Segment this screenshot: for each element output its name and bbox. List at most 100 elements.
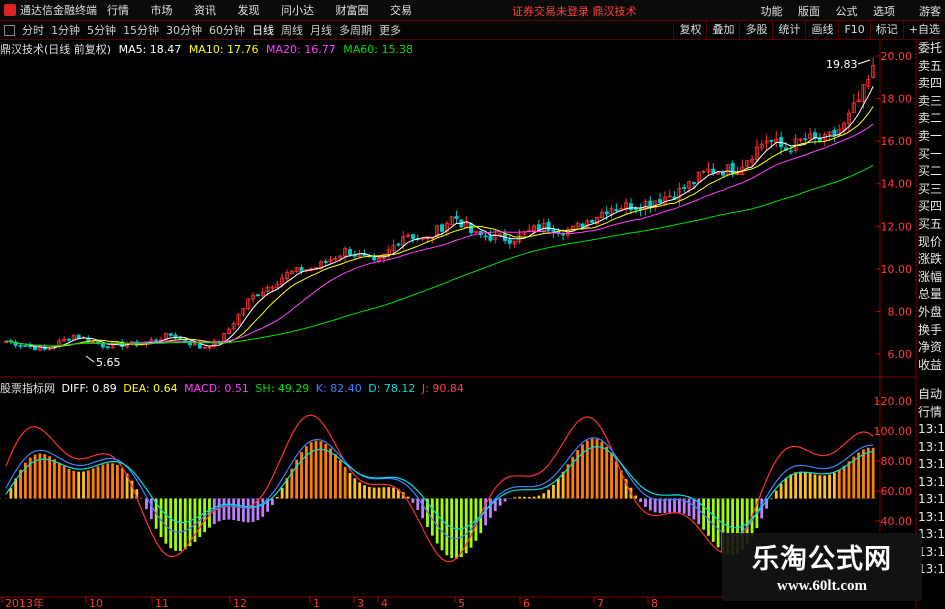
menu-item-function[interactable]: 功能: [761, 5, 783, 18]
menu-item-formula[interactable]: 公式: [836, 5, 858, 18]
period-tab-more[interactable]: 更多: [379, 22, 401, 38]
guest-button[interactable]: 游客: [919, 3, 941, 19]
moving-average-lines: [5, 86, 874, 349]
macd-bar: [304, 446, 308, 499]
quote-panel: 委托 卖五 卖四 卖三 卖二 卖一 买一 买二 买三 买四 买五 现价 涨跌 涨…: [918, 40, 945, 374]
macd-bar: [411, 498, 415, 503]
menu-item-trade[interactable]: 交易: [390, 4, 412, 17]
candle-body: [546, 221, 551, 232]
quote-label[interactable]: 委托: [918, 40, 945, 58]
candle-body: [430, 236, 435, 239]
candle-body: [125, 344, 130, 348]
candle-body: [595, 216, 600, 224]
period-tab-monthly[interactable]: 月线: [310, 22, 332, 38]
macd-bar: [571, 456, 575, 499]
candle-body: [163, 333, 168, 341]
period-tab-daily[interactable]: 日线: [252, 22, 274, 38]
macd-bar: [600, 441, 604, 499]
macd-bar: [48, 456, 51, 499]
period-tab-15min[interactable]: 15分钟: [123, 22, 159, 38]
auto-label[interactable]: 自动: [918, 386, 945, 404]
candle-body: [822, 134, 827, 141]
period-tab-weekly[interactable]: 周线: [281, 22, 303, 38]
watermark-url: www.60lt.com: [777, 578, 867, 594]
candle-body: [808, 133, 813, 139]
macd-bar: [818, 475, 822, 499]
macd-bar: [145, 498, 148, 510]
menu-item-ask[interactable]: 问小达: [281, 4, 314, 17]
macd-bar: [208, 498, 211, 528]
menu-item-markets[interactable]: 市场: [151, 4, 173, 17]
candle-body: [47, 347, 52, 351]
macd-bar: [343, 466, 347, 499]
tool-f10-button[interactable]: F10: [838, 21, 869, 39]
period-tab-5min[interactable]: 5分钟: [87, 22, 116, 38]
macd-bar: [702, 498, 705, 530]
macd-bar: [43, 454, 47, 499]
macd-bar: [663, 498, 667, 514]
candle-body: [37, 346, 42, 351]
macd-bar: [644, 498, 647, 507]
ma10-label: MA10: 17.76: [188, 43, 259, 56]
candle-body: [357, 253, 362, 257]
menu-item-wealth[interactable]: 财富圈: [336, 4, 369, 17]
menu-item-market[interactable]: 行情: [107, 4, 129, 17]
collapse-icon[interactable]: [4, 24, 15, 36]
tick-time: 13:11: [918, 457, 945, 471]
macd-bar: [581, 444, 584, 499]
indicator-title[interactable]: 股票指标网: [0, 382, 55, 395]
tool-adjust-button[interactable]: 复权: [673, 21, 706, 39]
macd-bar: [91, 468, 95, 499]
period-tab-multi[interactable]: 多周期: [339, 22, 372, 38]
quote-label: 卖二: [918, 111, 943, 126]
period-tab-30min[interactable]: 30分钟: [166, 22, 202, 38]
menu-item-layout[interactable]: 版面: [798, 5, 820, 18]
candle-body: [691, 182, 696, 184]
macd-bar: [653, 498, 657, 513]
candle-body: [483, 235, 488, 238]
macd-bar: [280, 487, 284, 499]
candle-body: [76, 334, 81, 339]
macd-bar: [275, 496, 279, 499]
candle-body: [769, 139, 774, 142]
macd-bar: [668, 498, 672, 513]
period-tab-60min[interactable]: 60分钟: [209, 22, 245, 38]
tool-overlay-button[interactable]: 叠加: [706, 21, 739, 39]
tool-multi-button[interactable]: 多股: [739, 21, 772, 39]
candle-body: [420, 237, 425, 240]
tool-watchlist-button[interactable]: +自选: [902, 21, 945, 39]
macd-bar: [392, 487, 395, 499]
date-tick-label: 12: [233, 597, 247, 609]
menu-item-news[interactable]: 资讯: [194, 4, 216, 17]
tool-mark-button[interactable]: 标记: [869, 21, 903, 39]
macd-bar: [377, 487, 381, 499]
menu-item-discover[interactable]: 发现: [238, 4, 260, 17]
candle-body: [275, 283, 280, 289]
candle-body: [328, 259, 333, 263]
menu-item-options[interactable]: 选项: [873, 5, 895, 18]
high-price-arrow: [857, 59, 871, 65]
candle-body: [226, 328, 231, 335]
tool-stats-button[interactable]: 统计: [772, 21, 805, 39]
macd-bar: [774, 490, 778, 499]
macd-bar: [634, 495, 638, 499]
macd-bar: [285, 478, 289, 499]
candle-body: [464, 222, 469, 228]
candle-body: [33, 346, 38, 351]
ma10-line: [5, 106, 874, 348]
diff-label: DIFF: 0.89: [61, 382, 117, 395]
macd-bar: [450, 498, 454, 559]
candle-body: [856, 99, 861, 102]
period-tab-1min[interactable]: 1分钟: [51, 22, 80, 38]
macd-bar: [629, 487, 633, 499]
macd-bar: [469, 498, 473, 548]
tool-draw-button[interactable]: 画线: [805, 21, 838, 39]
date-tick-label: 10: [89, 597, 103, 609]
period-tab-timeshare[interactable]: 分时: [22, 22, 44, 38]
candle-body: [260, 291, 265, 296]
macd-bar: [789, 474, 793, 499]
macd-bar: [813, 474, 817, 499]
candle-body: [706, 168, 711, 172]
candle-body: [817, 137, 822, 142]
macd-bar: [682, 498, 686, 514]
